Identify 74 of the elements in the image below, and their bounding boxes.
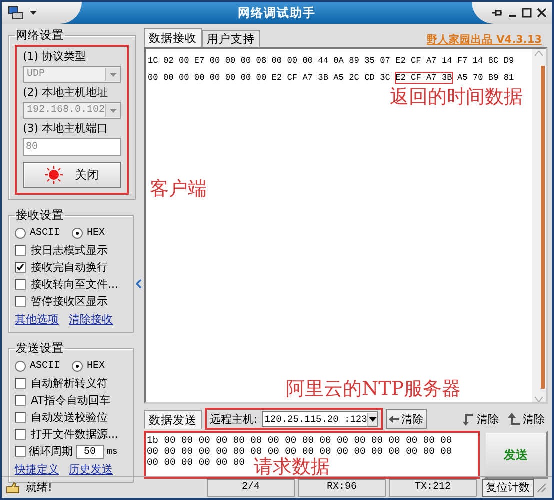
link[interactable]: 其他选项 (15, 312, 59, 326)
checkbox-label: 接收转向至文件... (31, 277, 118, 292)
checkbox[interactable] (15, 412, 26, 423)
checkbox[interactable] (15, 262, 26, 273)
field-label: (1) 协议类型 (23, 49, 88, 64)
hex-line: 00 00 00 00 00 00 00 00 E2 CF A7 3B A5 2C CD 3C E2 CF A7 3B A5 70 B9 81 (148, 72, 516, 85)
checkbox-label: 按日志模式显示 (31, 243, 108, 258)
annotation-text: 阿里云的NTP服务器 (286, 380, 462, 399)
light-icon (45, 166, 63, 184)
checkbox-label: 自动解析转义符 (31, 376, 108, 391)
checkbox-label: 打开文件数据源... (31, 427, 118, 442)
tab[interactable]: 数据发送 (144, 410, 202, 428)
port-field[interactable]: 80 (23, 138, 122, 156)
status-counter: 2/4 (207, 478, 295, 496)
period-field[interactable]: 50 (76, 444, 104, 458)
window-title: 网络调试助手 (237, 4, 317, 22)
app-icon[interactable] (8, 6, 24, 20)
radio-button[interactable] (72, 228, 84, 239)
reset-count-button[interactable]: 复位计数 (482, 478, 534, 496)
checkbox-label: 自动发送校验位 (31, 410, 108, 425)
left-arrow-icon (388, 416, 399, 422)
radio-button[interactable] (72, 361, 84, 372)
checkbox-label: AT指令自动回车 (31, 393, 110, 408)
annotation-text: 返回的时间数据 (390, 88, 523, 107)
checkbox[interactable] (15, 429, 26, 440)
radio-label: HEX (87, 228, 106, 239)
checkbox-label: 暂停接收区显示 (31, 294, 108, 309)
link[interactable]: 清除接收 (69, 312, 113, 326)
dropdown-arrow-icon[interactable] (368, 416, 377, 422)
turn-arrow-icon (462, 412, 474, 426)
checkbox[interactable] (15, 296, 26, 307)
clear-button[interactable]: 清除 (386, 409, 427, 429)
group-title: 网络设置 (15, 28, 65, 43)
tab[interactable]: 用户支持 (202, 30, 260, 47)
link[interactable]: 历史发送 (69, 462, 113, 476)
checkbox[interactable] (15, 279, 26, 290)
maximize-icon[interactable] (522, 8, 532, 18)
clear-button[interactable]: 清除 (459, 409, 502, 429)
hex-line: 1C 02 00 E7 00 00 00 08 00 00 00 44 0A 89 35 07 E2 CF A7 14 F7 14 8C D9 (148, 55, 516, 68)
radio-label: ASCII (30, 228, 60, 239)
checkbox[interactable] (15, 378, 26, 389)
tab[interactable]: 数据接收 (144, 28, 202, 47)
remote-host-dropdown[interactable]: 120.25.115.20 :123 (262, 411, 378, 427)
link[interactable]: 快捷定义 (15, 462, 59, 476)
up-arrow-icon (508, 412, 520, 426)
unit-label: ms (107, 446, 118, 456)
checkbox-label: 循环周期 (29, 444, 73, 459)
clear-button[interactable]: 清除 (505, 409, 548, 429)
checkbox-label: 接收完自动换行 (31, 260, 108, 275)
caret-icon[interactable] (30, 11, 37, 15)
checkbox[interactable] (15, 446, 26, 457)
rx-counter: RX:96 (298, 478, 386, 496)
radio-button[interactable] (15, 361, 26, 372)
checkbox[interactable] (15, 395, 26, 406)
resize-grip-icon[interactable] (537, 482, 547, 492)
field-label: 远程主机: (210, 412, 258, 426)
field-label: (2) 本地主机地址 (23, 85, 110, 100)
pin-icon[interactable] (491, 7, 503, 19)
group-title: 发送设置 (15, 341, 65, 356)
hand-icon (6, 482, 20, 494)
close-connection-button[interactable]: 关闭 (23, 162, 122, 188)
scrollbar-thumb[interactable] (541, 66, 545, 389)
status-message: 就绪! (26, 480, 52, 495)
annotation-text: 客户端 (150, 180, 207, 199)
group-title: 接收设置 (15, 208, 65, 223)
radio-button[interactable] (15, 228, 26, 239)
send-button[interactable]: 发送 (484, 431, 548, 479)
annotation-text: 请求数据 (254, 458, 330, 477)
radio-label: ASCII (30, 361, 60, 372)
field-label: (3) 本地主机端口 (23, 121, 110, 136)
close-icon[interactable] (537, 8, 547, 18)
checkbox[interactable] (15, 245, 26, 256)
tx-counter: TX:212 (389, 478, 477, 496)
radio-label: HEX (87, 361, 106, 372)
